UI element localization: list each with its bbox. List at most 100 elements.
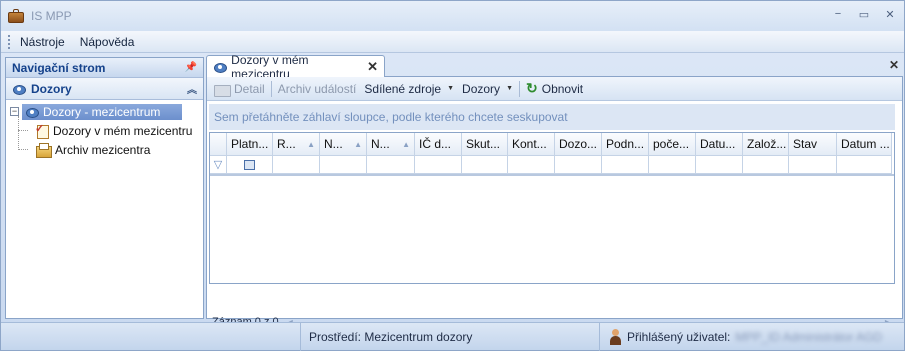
column-header[interactable]: Kont... [508, 133, 555, 156]
sort-asc-icon: ▲ [307, 139, 315, 149]
eye-icon [213, 61, 228, 73]
panel-close-icon[interactable]: ✕ [889, 58, 899, 72]
filter-cell[interactable] [837, 156, 892, 174]
filter-cell[interactable] [367, 156, 415, 174]
column-header[interactable]: Stav [789, 133, 837, 156]
filter-cell[interactable] [320, 156, 367, 174]
checkbox-filter[interactable] [244, 159, 255, 170]
filter-cell[interactable] [462, 156, 508, 174]
detail-button[interactable]: Detail [210, 79, 269, 99]
menu-tools[interactable]: Nástroje [14, 35, 71, 49]
tab-dozory-mezicentrum[interactable]: Dozory v mém mezicentru ✕ [206, 53, 385, 81]
tab-close-icon[interactable]: ✕ [367, 59, 378, 75]
column-header[interactable]: R... ▲ [273, 133, 320, 156]
minimize-button[interactable]: − [832, 8, 844, 21]
archive-events-label: Archiv událostí [277, 81, 357, 96]
column-header[interactable]: N... ▲ [367, 133, 415, 156]
column-header[interactable]: Platn... [227, 133, 273, 156]
user-name: MPP_ID Administrátor AGD [735, 329, 883, 344]
document-panel: Dozory v mém mezicentru ✕ ✕ Detail Archi… [206, 53, 903, 328]
navigation-panel-header: Navigační strom 📌 [6, 58, 203, 78]
sort-asc-icon: ▲ [402, 139, 410, 149]
app-window: IS MPP − ▭ ✕ Nástroje Nápověda Navigační… [0, 0, 905, 351]
refresh-icon: ↻ [526, 80, 538, 96]
column-header-label: poče... [653, 137, 690, 151]
column-header[interactable]: Datu... [696, 133, 743, 156]
column-header[interactable]: N... ▲ [320, 133, 367, 156]
pin-icon[interactable]: 📌 [185, 62, 197, 73]
navigation-panel: Navigační strom 📌 Dozory ︽ − Dozory - me… [5, 57, 204, 319]
tree-node-label: Dozory - mezicentrum [43, 104, 161, 119]
checked-doc-icon [35, 122, 49, 139]
column-header[interactable]: poče... [649, 133, 696, 156]
filter-cell[interactable] [789, 156, 837, 174]
column-header[interactable]: IČ d... [415, 133, 462, 156]
filter-cell[interactable] [649, 156, 696, 174]
tree-node-selected[interactable]: Dozory - mezicentrum [22, 103, 183, 120]
filter-cell[interactable] [508, 156, 555, 174]
toolbar-grip[interactable] [8, 34, 11, 49]
grid-header-row: Platn... R... ▲ N... ▲ N... ▲ IČ d... Skut.… [210, 133, 894, 156]
tree-node-my-dozory[interactable]: Dozory v mém mezicentru [10, 121, 203, 140]
toolbar-separator [270, 80, 272, 97]
column-header[interactable]: Dozo... [555, 133, 602, 156]
column-header[interactable]: Datum ... [837, 133, 892, 156]
tab-bar: Dozory v mém mezicentru ✕ ✕ [206, 53, 903, 81]
column-header-label: Datum ... [841, 137, 890, 151]
column-header[interactable]: Skut... [462, 133, 508, 156]
filter-cell[interactable] [415, 156, 462, 174]
column-header-label: Kont... [512, 137, 547, 151]
navigation-panel-title: Navigační strom [12, 60, 106, 75]
row-indicator-header [210, 133, 227, 156]
shared-resources-label: Sdílené zdroje [364, 81, 442, 96]
group-by-area[interactable]: Sem přetáhněte záhlaví sloupce, podle kt… [209, 104, 895, 130]
filter-cell[interactable] [227, 156, 273, 174]
group-by-hint: Sem přetáhněte záhlaví sloupce, podle kt… [214, 110, 568, 124]
column-header-label: Stav [793, 137, 818, 151]
column-header-label: IČ d... [419, 137, 452, 151]
navigation-tree: − Dozory - mezicentrum Dozory v mém mezi… [6, 100, 203, 159]
filter-cell[interactable] [602, 156, 649, 174]
column-header-label: Platn... [231, 137, 269, 151]
environment-label: Prostředí: Mezicentrum dozory [309, 329, 473, 344]
archive-events-button[interactable]: Archiv událostí [274, 79, 361, 99]
toolbar-separator [519, 80, 520, 97]
tree-expander[interactable]: − [10, 107, 19, 116]
collapse-icon[interactable]: ︽ [187, 81, 197, 96]
column-header-label: Dozo... [559, 137, 598, 151]
dozory-label: Dozory [462, 81, 501, 96]
filter-cell[interactable] [555, 156, 602, 174]
shared-resources-dropdown[interactable]: Sdílené zdroje ▼ [360, 79, 458, 99]
sort-asc-icon: ▲ [354, 139, 362, 149]
status-bar: Prostředí: Mezicentrum dozory Přihlášený… [1, 322, 904, 351]
tree-node-archive[interactable]: Archiv mezicentra [10, 140, 203, 159]
column-header-label: Skut... [466, 137, 501, 151]
filter-cell[interactable] [743, 156, 789, 174]
title-bar: IS MPP − ▭ ✕ [1, 1, 904, 31]
user-icon [608, 328, 622, 345]
detail-label: Detail [234, 81, 265, 96]
grid-filter-row: ▽ [210, 156, 894, 176]
nav-group-label: Dozory [31, 81, 72, 96]
menu-help[interactable]: Nápověda [74, 35, 141, 49]
tab-content: Detail Archiv událostí Sdílené zdroje ▼ … [206, 77, 903, 328]
chevron-down-icon: ▼ [506, 85, 513, 92]
column-header-label: R... [277, 137, 296, 151]
close-button[interactable]: ✕ [884, 8, 896, 21]
chevron-down-icon: ▼ [447, 85, 455, 92]
column-header[interactable]: Založ... [743, 133, 789, 156]
dozory-dropdown[interactable]: Dozory ▼ [458, 79, 517, 99]
user-label: Přihlášený uživatel: [627, 329, 731, 344]
grid-toolbar: Detail Archiv událostí Sdílené zdroje ▼ … [207, 77, 902, 101]
tree-node-label: Archiv mezicentra [55, 142, 151, 157]
refresh-button[interactable]: ↻ Obnovit [522, 79, 587, 99]
filter-cell[interactable] [696, 156, 743, 174]
column-header[interactable]: Podn... [602, 133, 649, 156]
status-environment: Prostředí: Mezicentrum dozory [301, 322, 600, 351]
maximize-button[interactable]: ▭ [858, 8, 870, 21]
status-empty [1, 322, 301, 351]
tree-node-root[interactable]: − Dozory - mezicentrum [10, 102, 203, 121]
nav-group-dozory[interactable]: Dozory ︽ [6, 78, 203, 100]
filter-cell[interactable] [273, 156, 320, 174]
eye-icon [25, 106, 39, 118]
